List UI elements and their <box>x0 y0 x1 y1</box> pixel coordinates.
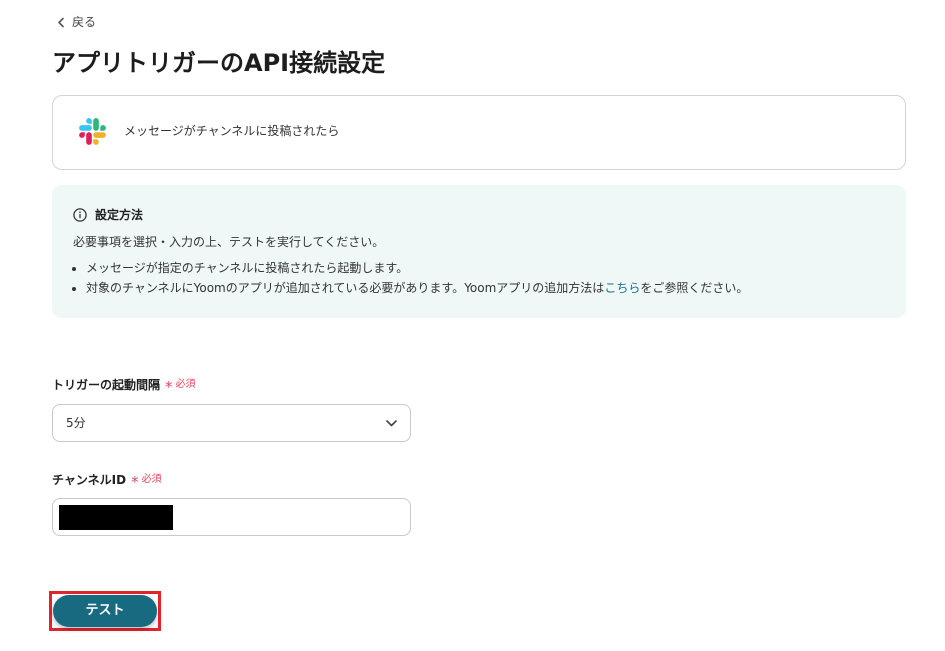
back-link[interactable]: 戻る <box>57 14 96 30</box>
info-description: 必要事項を選択・入力の上、テストを実行してください。 <box>73 235 385 249</box>
info-bullet-text: 対象のチャンネルにYoomのアプリが追加されている必要があります。Yoomアプリ… <box>86 281 605 295</box>
channel-id-label-row: チャンネルID * 必須 <box>52 472 162 491</box>
info-bullet-text: メッセージが指定のチャンネルに投稿されたら起動します。 <box>86 261 409 275</box>
info-bullet-item: 対象のチャンネルにYoomのアプリが追加されている必要があります。Yoomアプリ… <box>86 278 906 298</box>
required-label: 必須 <box>175 379 196 390</box>
slack-icon-yellow <box>93 132 106 145</box>
chevron-down-shape <box>386 420 397 427</box>
trigger-card: メッセージがチャンネルに投稿されたら <box>52 95 906 170</box>
required-mark: * <box>131 473 139 491</box>
info-icon <box>73 208 87 222</box>
info-heading: 設定方法 <box>73 207 906 223</box>
help-link[interactable]: こちら <box>604 281 640 295</box>
info-icon-dot <box>79 211 81 214</box>
info-bullet-item: メッセージが指定のチャンネルに投稿されたら起動します。 <box>86 258 906 278</box>
interval-select-value: 5分 <box>66 416 86 430</box>
info-icon-stem <box>79 213 81 219</box>
page-title: アプリトリガーのAPI接続設定 <box>52 49 386 77</box>
chevron-left-icon <box>58 17 64 27</box>
info-heading-text: 設定方法 <box>95 208 144 222</box>
required-label: 必須 <box>141 474 162 485</box>
redacted-value <box>59 505 173 530</box>
slack-icon-red <box>79 132 92 145</box>
chevron-down-icon <box>386 420 397 427</box>
interval-select[interactable]: 5分 <box>52 404 411 442</box>
required-mark: * <box>165 378 173 396</box>
channel-id-label: チャンネルID <box>52 473 127 487</box>
slack-icon-blue <box>79 118 92 131</box>
info-box: 設定方法 必要事項を選択・入力の上、テストを実行してください。 メッセージが指定… <box>52 185 906 318</box>
interval-label-row: トリガーの起動間隔 * 必須 <box>52 377 196 396</box>
channel-id-input[interactable] <box>52 498 411 536</box>
interval-label: トリガーの起動間隔 <box>52 378 161 392</box>
back-label: 戻る <box>72 15 97 29</box>
chevron-left-shape <box>58 17 64 27</box>
trigger-label: メッセージがチャンネルに投稿されたら <box>124 124 340 138</box>
test-button[interactable]: テスト <box>53 595 157 627</box>
info-bullet-text: をご参照ください。 <box>640 281 749 295</box>
slack-icon-green <box>93 118 106 131</box>
slack-icon <box>79 118 106 145</box>
info-bullet-list: メッセージが指定のチャンネルに投稿されたら起動します。 対象のチャンネルにYoo… <box>73 258 906 298</box>
